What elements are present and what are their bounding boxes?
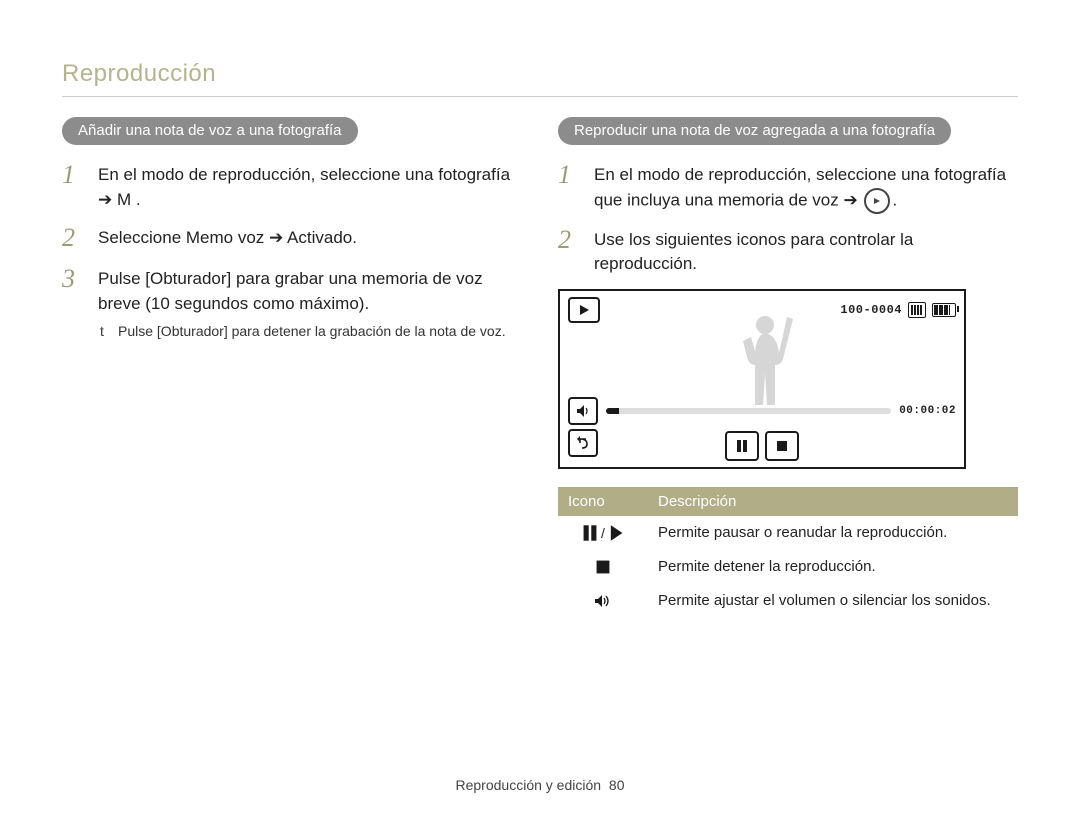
step-2-left: 2 Seleccione Memo voz ➔ Activado. — [62, 224, 522, 253]
step-number: 1 — [62, 161, 98, 190]
footer-page-number: 80 — [609, 777, 625, 793]
table-desc: Permite pausar o reanudar la reproducció… — [648, 516, 1018, 550]
step-number: 2 — [62, 224, 98, 253]
memory-card-icon — [908, 302, 926, 318]
voice-memo-icon — [864, 188, 890, 214]
page-footer: Reproducción y edición 80 — [0, 777, 1080, 793]
step-text-span: Pulse [Obturador] para grabar una memori… — [98, 269, 483, 313]
playback-mode-icon — [568, 297, 600, 323]
table-row: Permite ajustar el volumen o silenciar l… — [558, 584, 1018, 618]
step-number: 2 — [558, 226, 594, 255]
pause-play-icon: / — [558, 516, 648, 550]
table-header-desc: Descripción — [648, 487, 1018, 516]
step1-suffix: . — [892, 190, 897, 209]
step-text: Seleccione Memo voz ➔ Activado. — [98, 224, 357, 251]
step-text: En el modo de reproducción, seleccione u… — [98, 161, 522, 212]
table-row: Permite detener la reproducción. — [558, 550, 1018, 584]
file-index-label: 100-0004 — [840, 303, 902, 317]
step-2-right: 2 Use los siguientes iconos para control… — [558, 226, 1018, 277]
step1-prefix: En el modo de reproducción, seleccione u… — [594, 165, 1006, 209]
footer-text: Reproducción y edición — [456, 777, 602, 793]
playback-timecode: 00:00:02 — [899, 405, 956, 417]
right-column: Reproducir una nota de voz agregada a un… — [558, 117, 1018, 618]
sub-bullet: t Pulse [Obturador] para detener la grab… — [98, 322, 522, 341]
volume-button[interactable] — [568, 397, 598, 425]
table-header-icon: Icono — [558, 487, 648, 516]
step-text: Pulse [Obturador] para grabar una memori… — [98, 265, 522, 341]
playback-progress-bar[interactable] — [606, 408, 891, 414]
step-1-left: 1 En el modo de reproducción, seleccione… — [62, 161, 522, 212]
volume-icon — [558, 584, 648, 618]
divider — [62, 96, 1018, 97]
step-1-right: 1 En el modo de reproducción, seleccione… — [558, 161, 1018, 214]
pause-button[interactable] — [725, 431, 759, 461]
step-3-left: 3 Pulse [Obturador] para grabar una memo… — [62, 265, 522, 341]
stop-icon — [558, 550, 648, 584]
page-title: Reproducción — [62, 60, 1018, 88]
left-column: Añadir una nota de voz a una fotografía … — [62, 117, 522, 618]
right-heading-pill: Reproducir una nota de voz agregada a un… — [558, 117, 951, 145]
table-row: / Permite pausar o reanudar la reproducc… — [558, 516, 1018, 550]
battery-icon — [932, 303, 956, 317]
camera-playback-screen: 100-0004 — [558, 289, 966, 469]
icon-description-table: Icono Descripción / Permite pa — [558, 487, 1018, 618]
table-desc: Permite ajustar el volumen o silenciar l… — [648, 584, 1018, 618]
back-button[interactable] — [568, 429, 598, 457]
bullet-icon: t — [98, 322, 118, 341]
step-number: 1 — [558, 161, 594, 190]
step-text: Use los siguientes iconos para controlar… — [594, 226, 1018, 277]
step-number: 3 — [62, 265, 98, 294]
sub-bullet-text: Pulse [Obturador] para detener la grabac… — [118, 322, 506, 341]
table-desc: Permite detener la reproducción. — [648, 550, 1018, 584]
left-heading-pill: Añadir una nota de voz a una fotografía — [62, 117, 358, 145]
step-text: En el modo de reproducción, seleccione u… — [594, 161, 1018, 214]
stop-button[interactable] — [765, 431, 799, 461]
